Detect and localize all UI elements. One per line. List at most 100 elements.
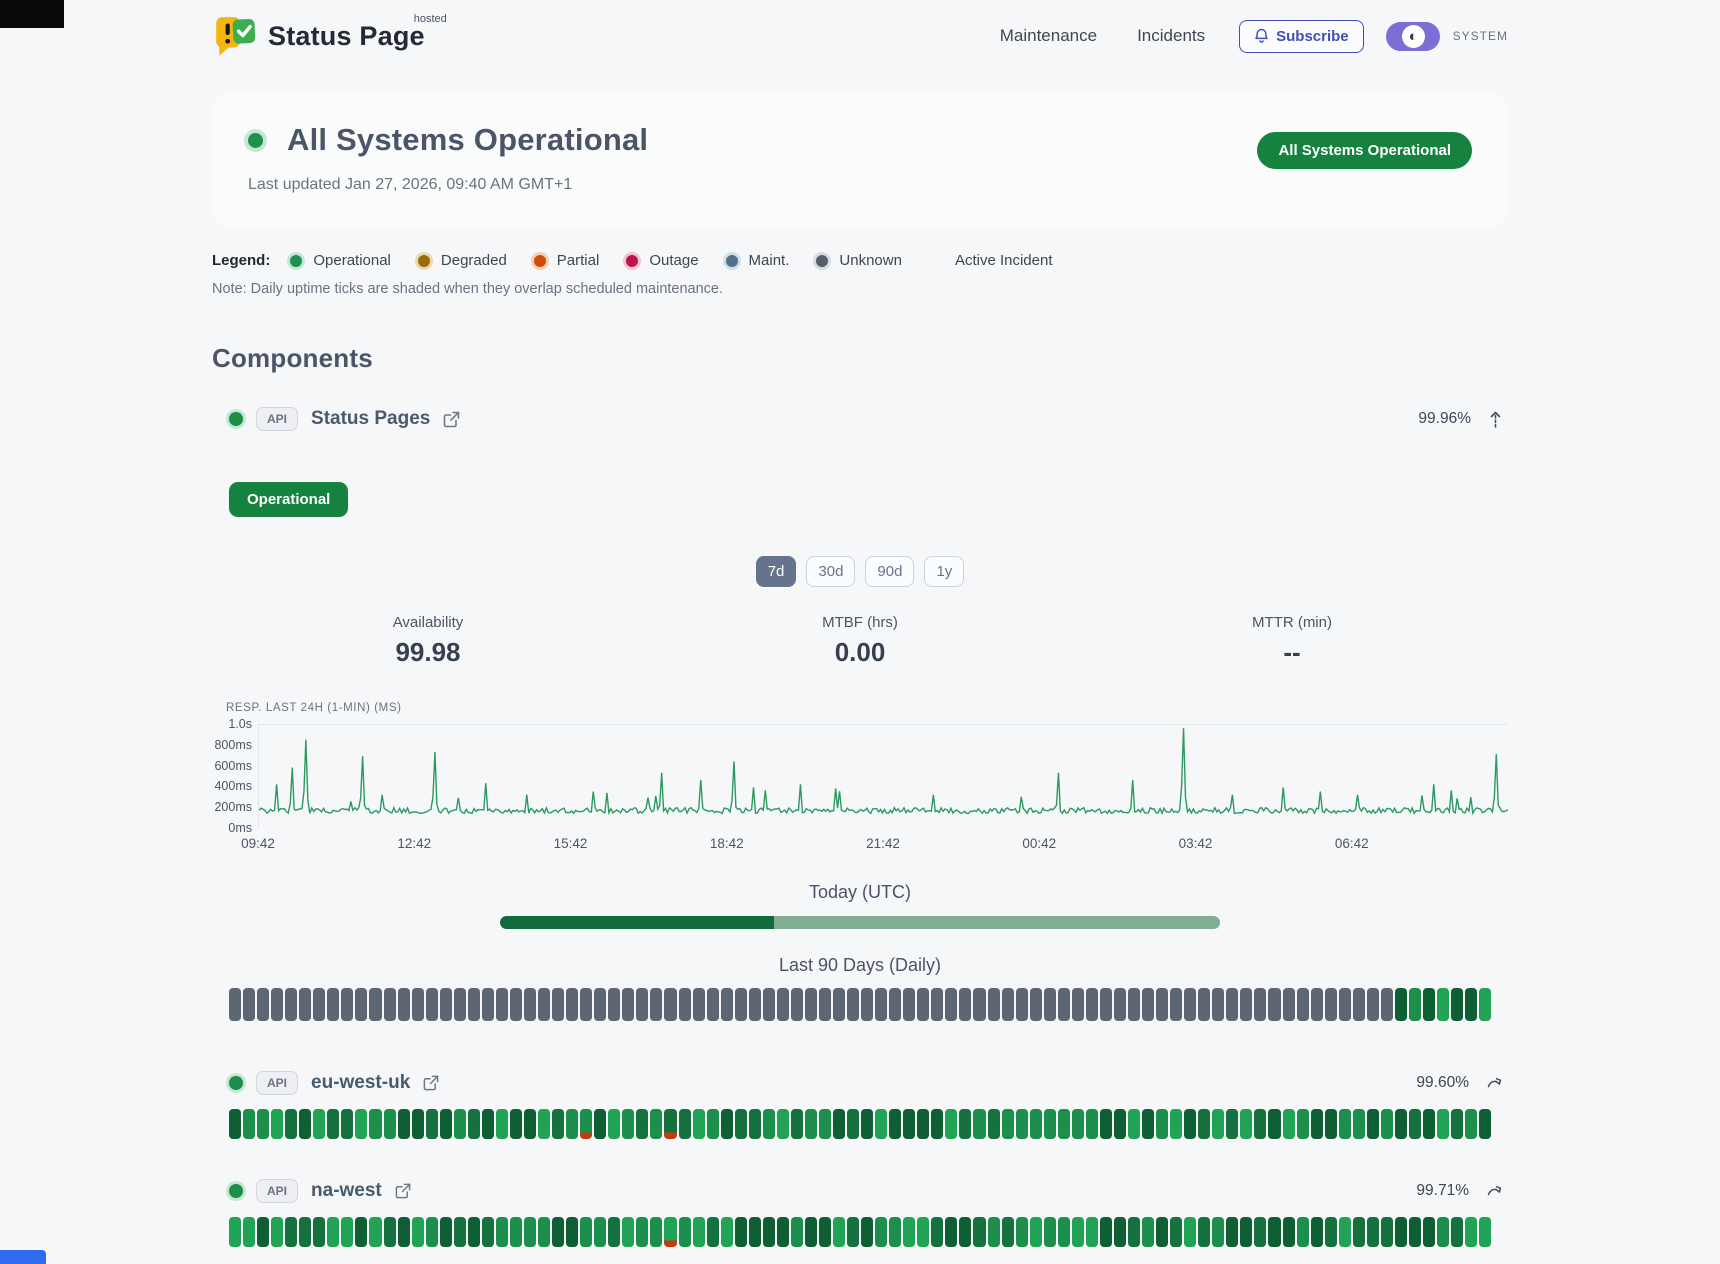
uptime-tick[interactable]	[707, 1109, 719, 1139]
uptime-tick[interactable]	[735, 1109, 747, 1139]
uptime-tick[interactable]	[1381, 988, 1393, 1021]
uptime-tick[interactable]	[1114, 1109, 1126, 1139]
uptime-tick[interactable]	[1311, 1217, 1323, 1247]
uptime-tick[interactable]	[538, 1109, 550, 1139]
uptime-tick[interactable]	[1170, 1217, 1182, 1247]
external-link-icon[interactable]	[395, 1183, 411, 1199]
uptime-tick[interactable]	[664, 988, 676, 1021]
uptime-tick[interactable]	[679, 988, 691, 1021]
uptime-tick[interactable]	[299, 988, 311, 1021]
uptime-tick[interactable]	[679, 1217, 691, 1247]
uptime-tick[interactable]	[707, 1217, 719, 1247]
uptime-tick[interactable]	[1451, 1109, 1463, 1139]
uptime-tick[interactable]	[805, 1109, 817, 1139]
uptime-tick[interactable]	[468, 1217, 480, 1247]
uptime-tick[interactable]	[1226, 1217, 1238, 1247]
uptime-tick[interactable]	[1437, 1109, 1449, 1139]
external-link-icon[interactable]	[423, 1075, 439, 1091]
uptime-tick[interactable]	[229, 1109, 241, 1139]
uptime-tick[interactable]	[721, 1109, 733, 1139]
uptime-tick[interactable]	[468, 1109, 480, 1139]
uptime-tick[interactable]	[1325, 1109, 1337, 1139]
uptime-tick[interactable]	[454, 1217, 466, 1247]
uptime-tick[interactable]	[973, 988, 985, 1021]
uptime-tick[interactable]	[1268, 988, 1280, 1021]
uptime-tick[interactable]	[1395, 1109, 1407, 1139]
subscribe-button[interactable]: Subscribe	[1239, 20, 1364, 53]
uptime-tick[interactable]	[988, 1109, 1000, 1139]
chart-plot-area[interactable]	[258, 724, 1508, 828]
uptime-tick[interactable]	[749, 1109, 761, 1139]
uptime-tick[interactable]	[875, 1217, 887, 1247]
uptime-tick[interactable]	[1297, 1217, 1309, 1247]
uptime-tick[interactable]	[580, 988, 592, 1021]
uptime-tick[interactable]	[707, 988, 719, 1021]
uptime-tick[interactable]	[552, 1217, 564, 1247]
uptime-tick[interactable]	[664, 1217, 676, 1247]
uptime-tick[interactable]	[594, 1217, 606, 1247]
uptime-tick[interactable]	[1395, 988, 1407, 1021]
uptime-tick[interactable]	[763, 1109, 775, 1139]
uptime-tick[interactable]	[1072, 988, 1084, 1021]
uptime-tick[interactable]	[299, 1109, 311, 1139]
uptime-tick[interactable]	[1254, 988, 1266, 1021]
uptime-tick[interactable]	[369, 1217, 381, 1247]
uptime-tick[interactable]	[861, 1217, 873, 1247]
uptime-tick[interactable]	[355, 988, 367, 1021]
uptime-tick[interactable]	[833, 988, 845, 1021]
uptime-tick[interactable]	[1002, 988, 1014, 1021]
uptime-tick[interactable]	[1058, 1109, 1070, 1139]
uptime-tick[interactable]	[552, 988, 564, 1021]
uptime-tick[interactable]	[945, 1109, 957, 1139]
uptime-tick[interactable]	[580, 1217, 592, 1247]
uptime-tick[interactable]	[959, 1217, 971, 1247]
uptime-tick[interactable]	[1339, 1109, 1351, 1139]
uptime-tick[interactable]	[693, 988, 705, 1021]
uptime-tick[interactable]	[1086, 1109, 1098, 1139]
component-header[interactable]: APIeu-west-uk99.60%	[212, 1071, 1508, 1095]
uptime-tick[interactable]	[1339, 1217, 1351, 1247]
uptime-tick[interactable]	[763, 988, 775, 1021]
uptime-tick[interactable]	[566, 988, 578, 1021]
uptime-tick[interactable]	[1367, 1109, 1379, 1139]
uptime-tick[interactable]	[1283, 988, 1295, 1021]
uptime-tick[interactable]	[538, 1217, 550, 1247]
uptime-tick[interactable]	[398, 1109, 410, 1139]
uptime-tick[interactable]	[271, 1217, 283, 1247]
uptime-tick[interactable]	[412, 1109, 424, 1139]
uptime-tick[interactable]	[847, 988, 859, 1021]
uptime-tick[interactable]	[679, 1109, 691, 1139]
uptime-tick[interactable]	[650, 988, 662, 1021]
uptime-tick[interactable]	[426, 1217, 438, 1247]
component-header[interactable]: API Status Pages 99.96%	[212, 407, 1508, 431]
range-button-30d[interactable]: 30d	[806, 556, 855, 587]
uptime-tick[interactable]	[1339, 988, 1351, 1021]
uptime-tick[interactable]	[1044, 988, 1056, 1021]
range-button-1y[interactable]: 1y	[924, 556, 964, 587]
expand-arrow-icon[interactable]	[1487, 1186, 1502, 1197]
uptime-tick[interactable]	[819, 988, 831, 1021]
uptime-tick[interactable]	[1100, 1217, 1112, 1247]
uptime-tick[interactable]	[959, 1109, 971, 1139]
uptime-tick[interactable]	[1100, 988, 1112, 1021]
uptime-tick[interactable]	[1086, 988, 1098, 1021]
uptime-tick[interactable]	[341, 1217, 353, 1247]
uptime-tick[interactable]	[973, 1217, 985, 1247]
uptime-tick[interactable]	[327, 988, 339, 1021]
uptime-tick[interactable]	[636, 1109, 648, 1139]
uptime-tick[interactable]	[931, 1217, 943, 1247]
uptime-tick[interactable]	[945, 1217, 957, 1247]
uptime-tick[interactable]	[973, 1109, 985, 1139]
uptime-tick[interactable]	[1100, 1109, 1112, 1139]
uptime-tick[interactable]	[1479, 988, 1491, 1021]
uptime-tick[interactable]	[257, 988, 269, 1021]
uptime-tick[interactable]	[398, 988, 410, 1021]
uptime-tick[interactable]	[1044, 1217, 1056, 1247]
uptime-tick[interactable]	[580, 1109, 592, 1139]
uptime-tick[interactable]	[622, 1217, 634, 1247]
uptime-tick[interactable]	[1156, 1217, 1168, 1247]
theme-toggle[interactable]: ◐	[1386, 22, 1440, 51]
uptime-tick[interactable]	[608, 988, 620, 1021]
uptime-tick[interactable]	[1044, 1109, 1056, 1139]
uptime-tick[interactable]	[791, 1217, 803, 1247]
